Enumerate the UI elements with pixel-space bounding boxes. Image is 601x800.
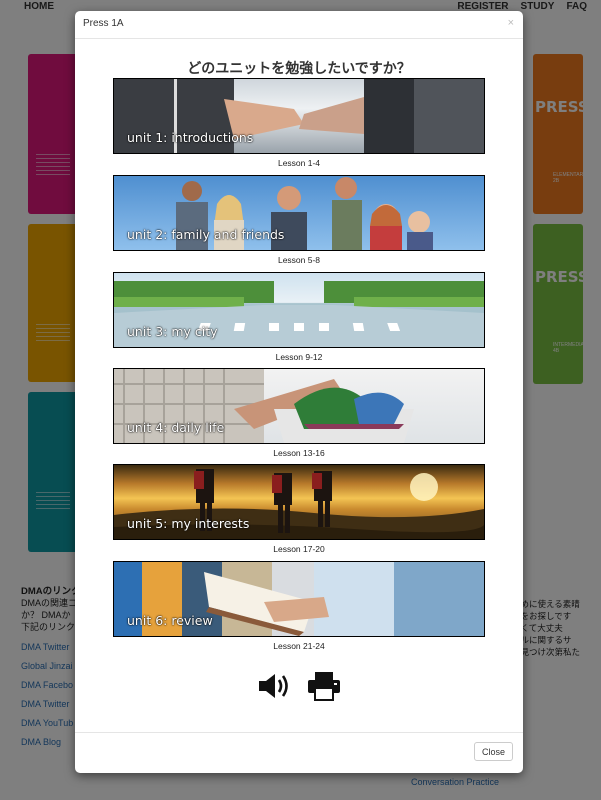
unit-6-banner[interactable]: unit 6: review <box>113 561 485 637</box>
unit-lessons: Lesson 9-12 <box>275 352 323 362</box>
unit-item: unit 1: introductions Lesson 1-4 <box>113 78 485 168</box>
unit-item: unit 4: daily life Lesson 13-16 <box>113 368 485 458</box>
unit-lessons: Lesson 1-4 <box>277 158 321 168</box>
unit-label: unit 4: daily life <box>127 420 225 435</box>
unit-label: unit 2: family and friends <box>127 227 285 242</box>
unit-lessons: Lesson 13-16 <box>273 448 325 458</box>
modal-title: Press 1A <box>83 18 124 29</box>
printer-icon[interactable] <box>306 671 342 701</box>
unit-item: unit 2: family and friends Lesson 5-8 <box>113 175 485 265</box>
unit-item: unit 5: my interests Lesson 17-20 <box>113 464 485 554</box>
audio-print-controls <box>75 671 523 701</box>
speaker-icon[interactable] <box>256 671 292 701</box>
unit-label: unit 3: my city <box>127 324 218 339</box>
modal-footer: Close <box>75 732 523 773</box>
unit-lessons: Lesson 21-24 <box>273 641 325 651</box>
unit-2-banner[interactable]: unit 2: family and friends <box>113 175 485 251</box>
unit-item: unit 3: my city Lesson 9-12 <box>113 272 485 362</box>
unit-label: unit 1: introductions <box>127 130 254 145</box>
modal-header: Press 1A × <box>75 11 523 39</box>
unit-question: どのユニットを勉強したいですか？ <box>187 60 411 76</box>
unit-item: unit 6: review Lesson 21-24 <box>113 561 485 651</box>
unit-label: unit 5: my interests <box>127 516 250 531</box>
unit-3-banner[interactable]: unit 3: my city <box>113 272 485 348</box>
close-button[interactable]: Close <box>473 742 513 761</box>
unit-1-banner[interactable]: unit 1: introductions <box>113 78 485 154</box>
unit-select-modal: Press 1A × どのユニットを勉強したいですか？ unit 1: intr… <box>75 11 523 773</box>
unit-5-banner[interactable]: unit 5: my interests <box>113 464 485 540</box>
unit-4-banner[interactable]: unit 4: daily life <box>113 368 485 444</box>
unit-lessons: Lesson 17-20 <box>273 544 325 554</box>
unit-label: unit 6: review <box>127 613 213 628</box>
close-icon[interactable]: × <box>508 17 514 29</box>
unit-lessons: Lesson 5-8 <box>277 255 321 265</box>
